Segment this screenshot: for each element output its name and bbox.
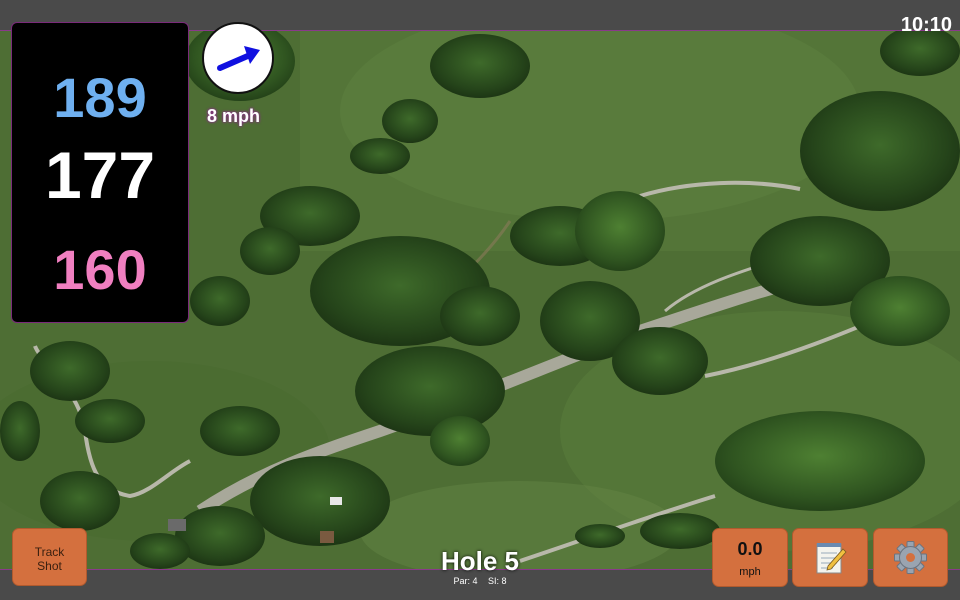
settings-button[interactable] xyxy=(873,528,948,587)
status-clock: 10:10 xyxy=(900,14,952,36)
wind-indicator xyxy=(202,22,274,94)
track-shot-button[interactable]: Track Shot xyxy=(12,528,87,586)
middle-yardage: 177 xyxy=(44,138,156,212)
yardage-panel: 189 177 160 xyxy=(11,22,189,323)
wind-speed: 8 mph xyxy=(207,106,261,126)
gear-icon xyxy=(894,541,927,574)
hole-par: Par: 4 xyxy=(453,576,478,586)
hole-info: Par: 4 SI: 8 xyxy=(380,576,580,586)
speed-button[interactable]: 0.0 mph xyxy=(712,528,788,587)
track-shot-label-line1: Track xyxy=(34,545,65,559)
hole-title: Hole 5 xyxy=(440,546,520,576)
wind-arrow-icon xyxy=(217,46,260,71)
speed-unit: mph xyxy=(739,566,761,578)
notes-button[interactable] xyxy=(792,528,868,587)
speed-value: 0.0 xyxy=(737,539,763,559)
hole-stroke-index: SI: 8 xyxy=(488,576,507,586)
front-yardage: 160 xyxy=(53,238,147,301)
notepad-icon xyxy=(816,543,847,574)
back-yardage: 189 xyxy=(53,66,147,129)
track-shot-label-line2: Shot xyxy=(37,559,62,573)
